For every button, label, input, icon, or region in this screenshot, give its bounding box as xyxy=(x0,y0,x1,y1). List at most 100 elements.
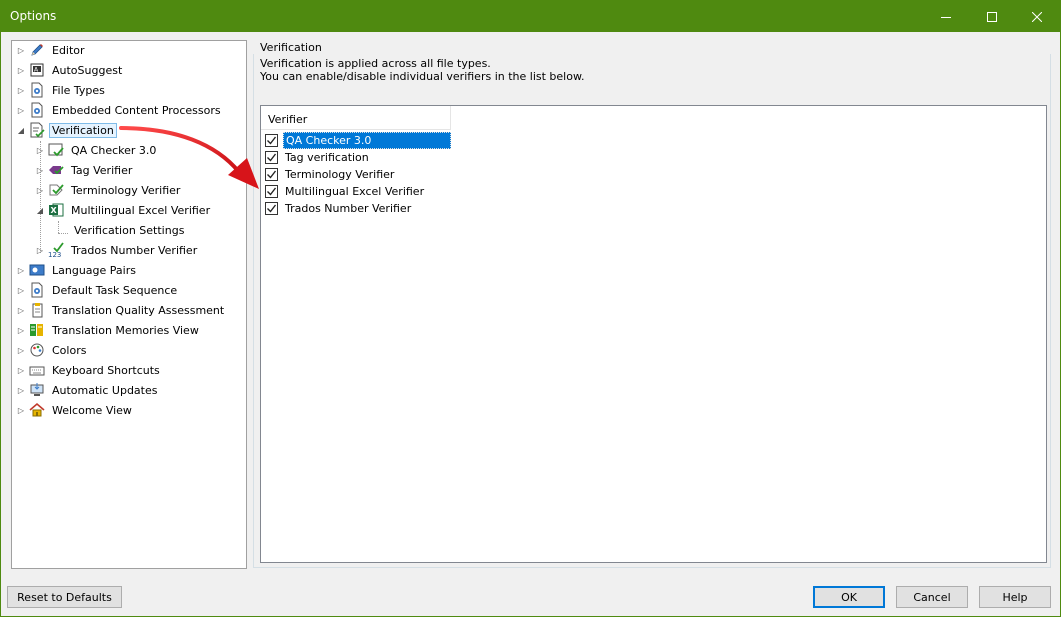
expand-arrow-icon[interactable]: ▷ xyxy=(35,241,45,259)
checkmark-icon xyxy=(267,204,277,213)
tree-item-trados-number-verifier[interactable]: ▷ 123 Trados Number Verifier xyxy=(35,241,200,259)
verification-icon xyxy=(29,122,45,138)
tree-item-label: File Types xyxy=(52,83,105,97)
reset-to-defaults-button[interactable]: Reset to Defaults xyxy=(7,586,122,608)
terminology-verifier-icon xyxy=(48,182,64,198)
verifier-label: Trados Number Verifier xyxy=(285,202,412,215)
tree-item-translation-quality-assessment[interactable]: ▷ Translation Quality Assessment xyxy=(16,301,227,319)
checkmark-icon xyxy=(267,170,277,179)
qa-checker-icon xyxy=(48,142,64,158)
verifier-checkbox[interactable] xyxy=(265,185,278,198)
tree-item-label: Automatic Updates xyxy=(52,383,158,397)
tree-item-label: Keyboard Shortcuts xyxy=(52,363,160,377)
expand-arrow-icon[interactable]: ▷ xyxy=(16,341,26,359)
close-icon xyxy=(1032,11,1042,22)
tree-item-label: Default Task Sequence xyxy=(52,283,178,297)
pencil-icon xyxy=(29,42,45,58)
tree-item-editor[interactable]: ▷ Editor xyxy=(16,41,88,59)
tree-item-welcome-view[interactable]: ▷ Welcome View xyxy=(16,401,135,419)
autosuggest-icon: A xyxy=(29,62,45,78)
excel-icon: X xyxy=(48,202,64,218)
number-verifier-icon: 123 xyxy=(48,242,64,259)
expand-arrow-icon[interactable]: ▷ xyxy=(16,101,26,119)
expand-arrow-icon[interactable]: ▷ xyxy=(16,61,26,79)
tree-item-label: Language Pairs xyxy=(52,263,136,277)
annotation-arrow-icon xyxy=(119,126,259,189)
tree-item-default-task-sequence[interactable]: ▷ Default Task Sequence xyxy=(16,281,180,299)
tree-item-file-types[interactable]: ▷ File Types xyxy=(16,81,108,99)
expand-arrow-icon[interactable]: ▷ xyxy=(35,181,45,199)
expand-arrow-icon[interactable]: ▷ xyxy=(16,261,26,279)
tree-item-label: Welcome View xyxy=(52,403,132,417)
verifier-column-header[interactable]: Verifier xyxy=(261,106,451,130)
tree-item-translation-memories-view[interactable]: ▷ Translation Memories View xyxy=(16,321,202,339)
tree-item-label: Editor xyxy=(52,43,85,57)
task-sequence-icon xyxy=(29,282,45,298)
verifier-checkbox[interactable] xyxy=(265,151,278,164)
tree-item-language-pairs[interactable]: ▷ Language Pairs xyxy=(16,261,139,279)
expand-arrow-icon[interactable]: ▷ xyxy=(16,381,26,399)
verifier-checkbox[interactable] xyxy=(265,134,278,147)
group-title: Verification xyxy=(260,41,322,54)
file-types-icon xyxy=(29,82,45,98)
maximize-button[interactable] xyxy=(969,1,1015,32)
verifier-row-qa-checker[interactable]: QA Checker 3.0 xyxy=(265,132,451,149)
expand-arrow-icon[interactable]: ▷ xyxy=(35,161,45,179)
tree-item-colors[interactable]: ▷ Colors xyxy=(16,341,89,359)
expand-arrow-icon[interactable]: ▷ xyxy=(35,141,45,159)
tree-item-label: Verification Settings xyxy=(74,223,185,237)
collapse-arrow-icon[interactable]: ◢ xyxy=(16,121,26,139)
language-pairs-icon xyxy=(29,262,45,278)
tree-connector xyxy=(58,233,68,234)
tree-item-keyboard-shortcuts[interactable]: ▷ Keyboard Shortcuts xyxy=(16,361,163,379)
verifier-checkbox[interactable] xyxy=(265,202,278,215)
colors-icon xyxy=(29,342,45,358)
verifier-label: Terminology Verifier xyxy=(285,168,395,181)
help-button[interactable]: Help xyxy=(979,586,1051,608)
quality-assessment-icon xyxy=(29,302,45,318)
minimize-button[interactable] xyxy=(923,1,969,32)
tree-item-label: Translation Quality Assessment xyxy=(52,303,225,317)
expand-arrow-icon[interactable]: ▷ xyxy=(16,81,26,99)
close-button[interactable] xyxy=(1014,1,1060,32)
checkmark-icon xyxy=(267,187,277,196)
tree-item-label: AutoSuggest xyxy=(52,63,123,77)
checkmark-icon xyxy=(267,153,277,162)
tree-item-autosuggest[interactable]: ▷ A AutoSuggest xyxy=(16,61,125,79)
verifier-row-tag-verification[interactable]: Tag verification xyxy=(265,149,451,166)
description-line: You can enable/disable individual verifi… xyxy=(260,70,585,83)
minimize-icon xyxy=(941,16,951,18)
title-bar[interactable]: Options xyxy=(1,1,1060,32)
verifier-row-multilingual-excel-verifier[interactable]: Multilingual Excel Verifier xyxy=(265,183,451,200)
ok-button[interactable]: OK xyxy=(813,586,885,608)
tree-item-label: Multilingual Excel Verifier xyxy=(71,203,211,217)
expand-arrow-icon[interactable]: ▷ xyxy=(16,41,26,59)
expand-arrow-icon[interactable]: ▷ xyxy=(16,361,26,379)
verifier-label: Multilingual Excel Verifier xyxy=(285,185,425,198)
tree-item-label: Colors xyxy=(52,343,87,357)
expand-arrow-icon[interactable]: ▷ xyxy=(16,301,26,319)
expand-arrow-icon[interactable]: ▷ xyxy=(16,401,26,419)
expand-arrow-icon[interactable]: ▷ xyxy=(16,281,26,299)
tree-item-verification-settings[interactable]: Verification Settings xyxy=(71,221,187,239)
verifier-list[interactable]: Verifier QA Checker 3.0 Tag verification… xyxy=(260,105,1047,563)
embedded-content-icon xyxy=(29,102,45,118)
verifier-label: QA Checker 3.0 xyxy=(283,132,451,149)
verifier-row-trados-number-verifier[interactable]: Trados Number Verifier xyxy=(265,200,451,217)
collapse-arrow-icon[interactable]: ◢ xyxy=(35,201,45,219)
tree-connector xyxy=(58,221,59,233)
verifier-row-terminology-verifier[interactable]: Terminology Verifier xyxy=(265,166,451,183)
expand-arrow-icon[interactable]: ▷ xyxy=(16,321,26,339)
translation-memories-icon xyxy=(29,322,45,338)
svg-text:X: X xyxy=(51,206,58,215)
description-line: Verification is applied across all file … xyxy=(260,57,491,70)
cancel-button[interactable]: Cancel xyxy=(896,586,968,608)
tree-item-label: Trados Number Verifier xyxy=(71,243,198,257)
verifier-checkbox[interactable] xyxy=(265,168,278,181)
tree-item-multilingual-excel-verifier[interactable]: ◢ X Multilingual Excel Verifier xyxy=(35,201,213,219)
keyboard-icon xyxy=(29,362,45,378)
checkmark-icon xyxy=(267,136,277,145)
maximize-icon xyxy=(987,11,997,22)
tree-item-automatic-updates[interactable]: ▷ Automatic Updates xyxy=(16,381,160,399)
verifier-label: Tag verification xyxy=(285,151,369,164)
